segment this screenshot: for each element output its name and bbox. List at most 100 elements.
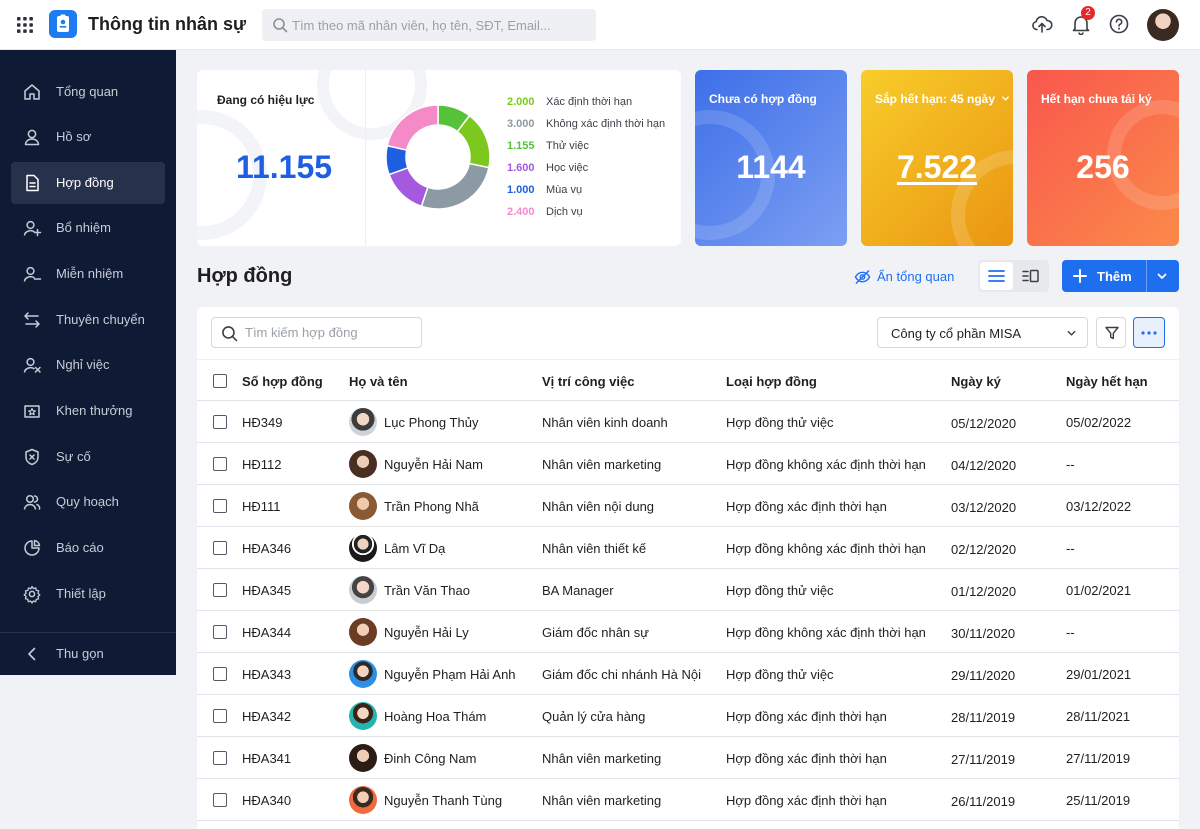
column-header-contract-type[interactable]: Loại hợp đồng xyxy=(726,374,817,389)
contract-no[interactable]: HĐA346 xyxy=(242,541,291,556)
cloud-upload-icon[interactable] xyxy=(1031,13,1053,35)
employee-name[interactable]: Trần Phong Nhã xyxy=(384,499,479,514)
table-row[interactable]: HĐA341 Đinh Công Nam Nhân viên marketing… xyxy=(197,737,1179,779)
employee-name[interactable]: Đinh Công Nam xyxy=(384,751,477,766)
employee-name[interactable]: Trần Văn Thao xyxy=(384,583,470,598)
split-view-icon xyxy=(1022,269,1039,283)
sidebar-item-quy-hoach[interactable]: Quy hoạch xyxy=(11,481,165,523)
sidebar-item-thiet-lap[interactable]: Thiết lập xyxy=(11,573,165,615)
sidebar-item-thuyen-chuyen[interactable]: Thuyên chuyển xyxy=(11,299,165,341)
contract-no[interactable]: HĐA341 xyxy=(242,751,291,766)
employee-name[interactable]: Nguyễn Phạm Hải Anh xyxy=(384,667,516,682)
collapse-sidebar-button[interactable]: Thu gọn xyxy=(11,633,165,675)
employee-name[interactable]: Nguyễn Hải Ly xyxy=(384,625,469,640)
help-icon[interactable] xyxy=(1108,13,1130,35)
sidebar-item-tong-quan[interactable]: Tổng quan xyxy=(11,71,165,113)
job-position: Giám đốc nhân sự xyxy=(542,625,649,640)
contract-no[interactable]: HĐA344 xyxy=(242,625,291,640)
transfer-icon xyxy=(24,312,40,328)
column-header-position[interactable]: Vị trí công việc xyxy=(542,374,634,389)
sidebar-item-label: Quy hoạch xyxy=(56,494,119,509)
legend-value: 1.600 xyxy=(507,162,535,174)
sidebar-item-mien-nhiem[interactable]: Miễn nhiệm xyxy=(11,253,165,295)
contract-search[interactable] xyxy=(211,317,422,348)
employee-avatar xyxy=(349,660,377,688)
global-search[interactable] xyxy=(262,9,596,41)
table-row[interactable]: HĐA340 Nguyễn Thanh Tùng Nhân viên marke… xyxy=(197,779,1179,821)
add-contract-button[interactable]: Thêm xyxy=(1062,260,1179,292)
no-contract-card[interactable]: Chưa có hợp đồng 1144 xyxy=(695,70,847,246)
employee-name[interactable]: Lâm Vĩ Dạ xyxy=(384,541,445,556)
employee-name[interactable]: Nguyễn Hải Nam xyxy=(384,457,483,472)
global-search-input[interactable] xyxy=(292,9,592,41)
expiring-range-dropdown[interactable]: Sắp hết hạn: 45 ngày xyxy=(875,92,1010,106)
sidebar-item-ho-so[interactable]: Hồ sơ xyxy=(11,116,165,158)
row-checkbox[interactable] xyxy=(213,415,227,429)
row-checkbox[interactable] xyxy=(213,583,227,597)
column-header-expiry-date[interactable]: Ngày hết hạn xyxy=(1066,374,1148,389)
contract-no[interactable]: HĐ112 xyxy=(242,457,282,472)
table-row[interactable]: HĐ112 Nguyễn Hải Nam Nhân viên marketing… xyxy=(197,443,1179,485)
apps-grid-icon[interactable] xyxy=(17,17,33,33)
table-row[interactable]: HĐ349 Lục Phong Thủy Nhân viên kinh doan… xyxy=(197,401,1179,443)
active-contracts-card[interactable]: Đang có hiệu lực 11.155 2.000 Xác định t… xyxy=(197,70,681,246)
table-row[interactable]: HĐA344 Nguyễn Hải Ly Giám đốc nhân sự Hợ… xyxy=(197,611,1179,653)
column-header-signed-date[interactable]: Ngày ký xyxy=(951,374,1001,389)
table-row[interactable]: HĐA345 Trần Văn Thao BA Manager Hợp đồng… xyxy=(197,569,1179,611)
contract-no[interactable]: HĐA340 xyxy=(242,793,291,808)
column-header-contract-no[interactable]: Số hợp đồng xyxy=(242,374,323,389)
legend-label: Xác định thời hạn xyxy=(546,96,633,108)
page-title: Hợp đồng xyxy=(197,265,293,287)
filter-icon xyxy=(1105,326,1119,340)
contract-search-input[interactable] xyxy=(245,318,415,347)
row-checkbox[interactable] xyxy=(213,457,227,471)
filter-button[interactable] xyxy=(1096,317,1126,348)
contract-no[interactable]: HĐ349 xyxy=(242,415,282,430)
expired-not-renewed-card[interactable]: Hết hạn chưa tái ký 256 xyxy=(1027,70,1179,246)
more-options-button[interactable] xyxy=(1133,317,1165,348)
sidebar-item-bao-cao[interactable]: Báo cáo xyxy=(11,527,165,569)
expiry-date: 03/12/2022 xyxy=(1066,499,1132,514)
row-checkbox[interactable] xyxy=(213,793,227,807)
table-row[interactable]: HĐ111 Trần Phong Nhã Nhân viên nội dung … xyxy=(197,485,1179,527)
company-select-value: Công ty cổ phần MISA xyxy=(891,326,1022,341)
column-header-full-name[interactable]: Họ và tên xyxy=(349,374,408,389)
select-all-checkbox[interactable] xyxy=(213,374,227,388)
employee-name[interactable]: Lục Phong Thủy xyxy=(384,415,478,430)
employee-name[interactable]: Nguyễn Thanh Tùng xyxy=(384,793,502,808)
sidebar-item-bo-nhiem[interactable]: Bổ nhiệm xyxy=(11,207,165,249)
table-row[interactable]: HĐA342 Hoàng Hoa Thám Quản lý cửa hàng H… xyxy=(197,695,1179,737)
table-row[interactable]: HĐA343 Nguyễn Phạm Hải Anh Giám đốc chi … xyxy=(197,653,1179,695)
row-checkbox[interactable] xyxy=(213,751,227,765)
row-checkbox[interactable] xyxy=(213,499,227,513)
contract-no[interactable]: HĐA345 xyxy=(242,583,291,598)
chevron-down-icon[interactable] xyxy=(1156,270,1168,282)
employee-name[interactable]: Hoàng Hoa Thám xyxy=(384,709,486,724)
sidebar-item-su-co[interactable]: Sự cố xyxy=(11,436,165,478)
sidebar-item-hop-dong[interactable]: Hợp đồng xyxy=(11,162,165,204)
expiring-value[interactable]: 7.522 xyxy=(861,149,1013,186)
row-checkbox[interactable] xyxy=(213,541,227,555)
job-position: Quản lý cửa hàng xyxy=(542,709,646,724)
contract-no[interactable]: HĐA342 xyxy=(242,709,291,724)
company-select[interactable]: Công ty cổ phần MISA xyxy=(877,317,1088,348)
row-checkbox[interactable] xyxy=(213,625,227,639)
contracts-table-panel: Công ty cổ phần MISA Số hợp đồng Họ và t… xyxy=(197,307,1179,829)
table-row[interactable]: HĐA346 Lâm Vĩ Dạ Nhân viên thiết kế Hợp … xyxy=(197,527,1179,569)
contract-no[interactable]: HĐA343 xyxy=(242,667,291,682)
list-view-button[interactable] xyxy=(980,262,1013,290)
user-plus-icon xyxy=(23,220,42,237)
row-checkbox[interactable] xyxy=(213,709,227,723)
sidebar-item-khen-thuong[interactable]: Khen thưởng xyxy=(11,390,165,432)
user-avatar[interactable] xyxy=(1147,9,1179,41)
signed-date: 30/11/2020 xyxy=(951,626,1016,641)
contract-no[interactable]: HĐ111 xyxy=(242,499,281,514)
row-checkbox[interactable] xyxy=(213,667,227,681)
employee-avatar xyxy=(349,618,377,646)
legend-value: 1.155 xyxy=(507,140,535,152)
split-view-button[interactable] xyxy=(1014,262,1047,290)
signed-date: 29/11/2020 xyxy=(951,668,1016,683)
chevron-down-icon xyxy=(1002,96,1010,101)
sidebar-item-nghi-viec[interactable]: Nghỉ việc xyxy=(11,344,165,386)
expiring-contracts-card[interactable]: Sắp hết hạn: 45 ngày 7.522 xyxy=(861,70,1013,246)
